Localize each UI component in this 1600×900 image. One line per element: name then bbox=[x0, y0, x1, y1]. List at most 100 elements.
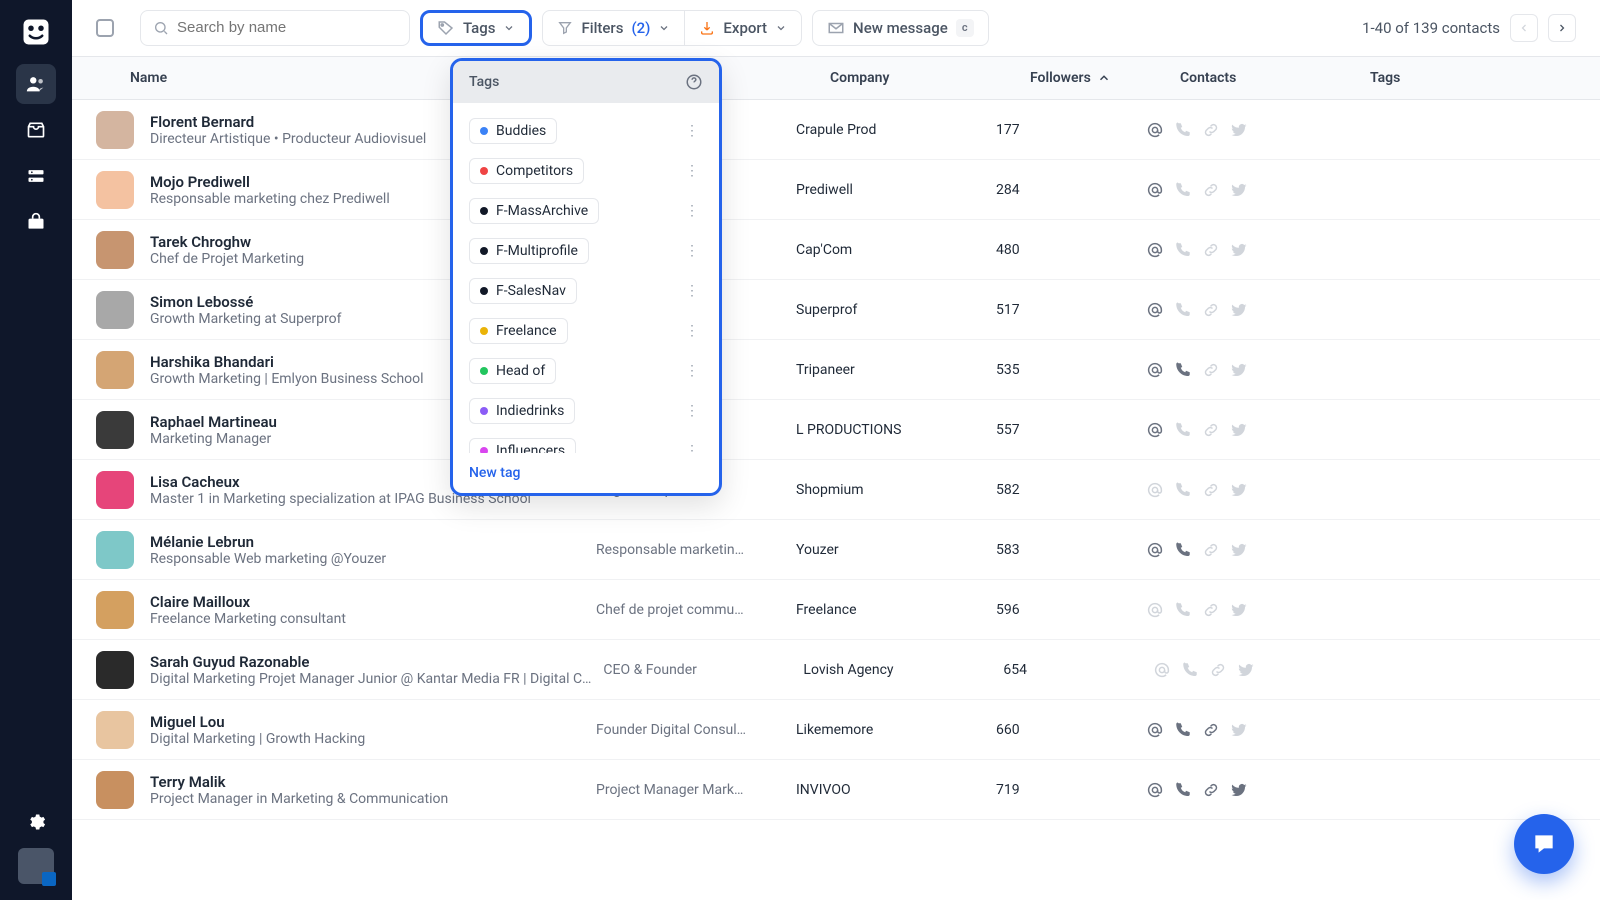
phone-icon[interactable] bbox=[1174, 541, 1192, 559]
nav-contacts[interactable] bbox=[16, 64, 56, 104]
tag-more-icon[interactable]: ⋮ bbox=[681, 403, 703, 419]
avatar-self[interactable] bbox=[18, 848, 54, 884]
tags-button[interactable]: Tags bbox=[420, 10, 532, 46]
select-all-checkbox[interactable] bbox=[96, 19, 114, 37]
link-icon[interactable] bbox=[1202, 541, 1220, 559]
link-icon[interactable] bbox=[1202, 241, 1220, 259]
tag-item[interactable]: F-MassArchive⋮ bbox=[463, 191, 709, 231]
filters-button[interactable]: Filters (2) bbox=[542, 10, 685, 46]
nav-workflows[interactable] bbox=[16, 156, 56, 196]
phone-icon[interactable] bbox=[1181, 661, 1199, 679]
table-row[interactable]: Florent BernardDirecteur Artistique • Pr… bbox=[72, 100, 1600, 160]
table-row[interactable]: Mojo PrediwellResponsable marketing chez… bbox=[72, 160, 1600, 220]
phone-icon[interactable] bbox=[1174, 301, 1192, 319]
table-row[interactable]: Mélanie LebrunResponsable Web marketing … bbox=[72, 520, 1600, 580]
at-icon[interactable] bbox=[1146, 721, 1164, 739]
twitter-icon[interactable] bbox=[1230, 241, 1248, 259]
col-contacts[interactable]: Contacts bbox=[1180, 70, 1370, 86]
at-icon[interactable] bbox=[1146, 421, 1164, 439]
nav-inbox[interactable] bbox=[16, 110, 56, 150]
col-company[interactable]: Company bbox=[830, 70, 1030, 86]
phone-icon[interactable] bbox=[1174, 781, 1192, 799]
table-row[interactable]: Claire MaillouxFreelance Marketing consu… bbox=[72, 580, 1600, 640]
link-icon[interactable] bbox=[1202, 301, 1220, 319]
link-icon[interactable] bbox=[1202, 781, 1220, 799]
table-row[interactable]: Lisa CacheuxMaster 1 in Marketing specia… bbox=[72, 460, 1600, 520]
twitter-icon[interactable] bbox=[1230, 421, 1248, 439]
at-icon[interactable] bbox=[1153, 661, 1171, 679]
tag-more-icon[interactable]: ⋮ bbox=[681, 243, 703, 259]
table-row[interactable]: Raphael MartineauMarketing Manager… Comm… bbox=[72, 400, 1600, 460]
table-row[interactable]: Terry MalikProject Manager in Marketing … bbox=[72, 760, 1600, 820]
tag-item[interactable]: F-SalesNav⋮ bbox=[463, 271, 709, 311]
twitter-icon[interactable] bbox=[1230, 721, 1248, 739]
phone-icon[interactable] bbox=[1174, 721, 1192, 739]
tag-item[interactable]: Freelance⋮ bbox=[463, 311, 709, 351]
at-icon[interactable] bbox=[1146, 301, 1164, 319]
chat-fab[interactable] bbox=[1514, 814, 1574, 874]
tag-more-icon[interactable]: ⋮ bbox=[681, 163, 703, 179]
tag-more-icon[interactable]: ⋮ bbox=[681, 283, 703, 299]
twitter-icon[interactable] bbox=[1230, 181, 1248, 199]
phone-icon[interactable] bbox=[1174, 121, 1192, 139]
at-icon[interactable] bbox=[1146, 481, 1164, 499]
new-tag-button[interactable]: New tag bbox=[469, 465, 520, 481]
col-tags[interactable]: Tags bbox=[1370, 70, 1576, 86]
col-followers[interactable]: Followers bbox=[1030, 70, 1180, 86]
twitter-icon[interactable] bbox=[1230, 301, 1248, 319]
help-icon[interactable] bbox=[685, 73, 703, 91]
at-icon[interactable] bbox=[1146, 361, 1164, 379]
tag-more-icon[interactable]: ⋮ bbox=[681, 203, 703, 219]
tag-item[interactable]: Competitors⋮ bbox=[463, 151, 709, 191]
link-icon[interactable] bbox=[1202, 421, 1220, 439]
link-icon[interactable] bbox=[1202, 181, 1220, 199]
nav-tools[interactable] bbox=[16, 202, 56, 242]
twitter-icon[interactable] bbox=[1230, 121, 1248, 139]
tag-more-icon[interactable]: ⋮ bbox=[681, 443, 703, 453]
twitter-icon[interactable] bbox=[1230, 781, 1248, 799]
link-icon[interactable] bbox=[1202, 481, 1220, 499]
link-icon[interactable] bbox=[1202, 121, 1220, 139]
tag-more-icon[interactable]: ⋮ bbox=[681, 123, 703, 139]
table-row[interactable]: Miguel LouDigital Marketing | Growth Hac… bbox=[72, 700, 1600, 760]
tag-more-icon[interactable]: ⋮ bbox=[681, 323, 703, 339]
at-icon[interactable] bbox=[1146, 181, 1164, 199]
twitter-icon[interactable] bbox=[1230, 541, 1248, 559]
table-row[interactable]: Sarah Guyud RazonableDigital Marketing P… bbox=[72, 640, 1600, 700]
link-icon[interactable] bbox=[1202, 721, 1220, 739]
tag-item[interactable]: Influencers⋮ bbox=[463, 431, 709, 453]
phone-icon[interactable] bbox=[1174, 421, 1192, 439]
tag-item[interactable]: Buddies⋮ bbox=[463, 111, 709, 151]
tag-item[interactable]: Head of⋮ bbox=[463, 351, 709, 391]
twitter-icon[interactable] bbox=[1230, 601, 1248, 619]
twitter-icon[interactable] bbox=[1230, 481, 1248, 499]
tag-item[interactable]: F-Multiprofile⋮ bbox=[463, 231, 709, 271]
twitter-icon[interactable] bbox=[1237, 661, 1255, 679]
phone-icon[interactable] bbox=[1174, 361, 1192, 379]
table-row[interactable]: Simon LebosséGrowth Marketing at Superpr… bbox=[72, 280, 1600, 340]
search-field[interactable] bbox=[177, 19, 397, 36]
at-icon[interactable] bbox=[1146, 241, 1164, 259]
link-icon[interactable] bbox=[1202, 361, 1220, 379]
page-next[interactable] bbox=[1548, 14, 1576, 42]
export-button[interactable]: Export bbox=[684, 10, 802, 46]
nav-settings[interactable] bbox=[16, 802, 56, 842]
link-icon[interactable] bbox=[1202, 601, 1220, 619]
new-message-button[interactable]: New message c bbox=[812, 10, 989, 46]
table-row[interactable]: Harshika BhandariGrowth Marketing | Emly… bbox=[72, 340, 1600, 400]
at-icon[interactable] bbox=[1146, 541, 1164, 559]
at-icon[interactable] bbox=[1146, 121, 1164, 139]
link-icon[interactable] bbox=[1209, 661, 1227, 679]
twitter-icon[interactable] bbox=[1230, 361, 1248, 379]
phone-icon[interactable] bbox=[1174, 481, 1192, 499]
tag-item[interactable]: Indiedrinks⋮ bbox=[463, 391, 709, 431]
tag-more-icon[interactable]: ⋮ bbox=[681, 363, 703, 379]
at-icon[interactable] bbox=[1146, 601, 1164, 619]
search-input[interactable] bbox=[140, 10, 410, 46]
at-icon[interactable] bbox=[1146, 781, 1164, 799]
table-row[interactable]: Tarek ChroghwChef de Projet Marketing…et… bbox=[72, 220, 1600, 280]
page-prev[interactable] bbox=[1510, 14, 1538, 42]
phone-icon[interactable] bbox=[1174, 241, 1192, 259]
phone-icon[interactable] bbox=[1174, 181, 1192, 199]
phone-icon[interactable] bbox=[1174, 601, 1192, 619]
